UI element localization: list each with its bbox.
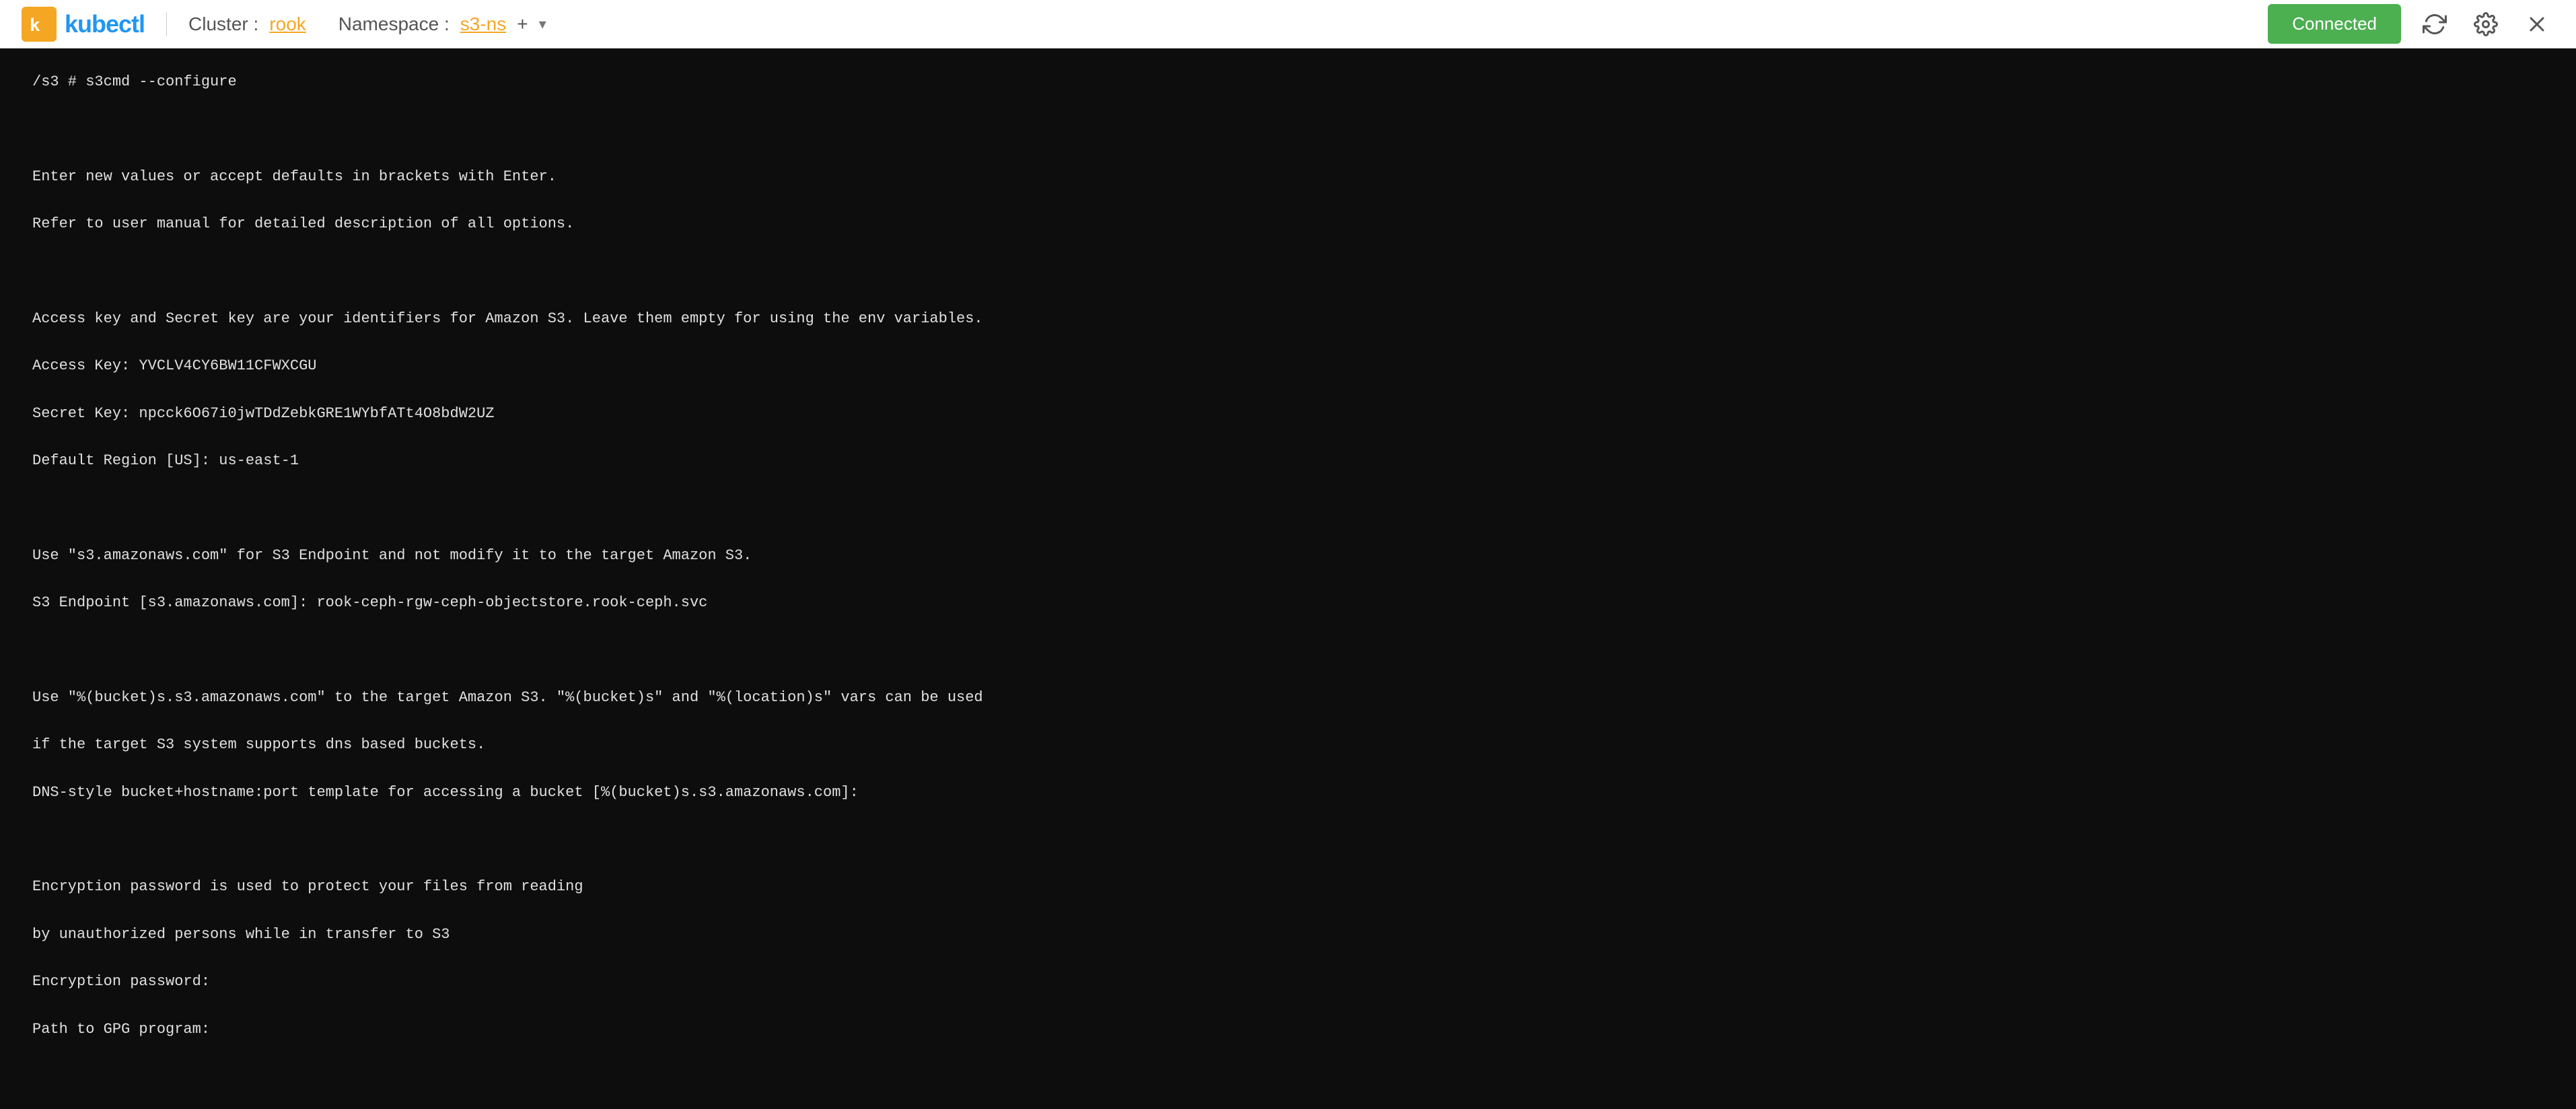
terminal-line <box>32 496 2544 520</box>
terminal-line: Refer to user manual for detailed descri… <box>32 212 2544 236</box>
terminal-line <box>32 117 2544 141</box>
terminal-line: /s3 # s3cmd --configure <box>32 70 2544 94</box>
refresh-button[interactable] <box>2417 7 2452 42</box>
app-logo: k <box>22 7 57 42</box>
terminal-line: S3 Endpoint [s3.amazonaws.com]: rook-cep… <box>32 591 2544 614</box>
terminal-line: Access Key: YVCLV4CY6BW11CFWXCGU <box>32 354 2544 378</box>
app-name: kubectl <box>65 10 145 38</box>
connected-button[interactable]: Connected <box>2268 4 2401 44</box>
gear-icon <box>2474 12 2498 36</box>
cluster-area: Cluster : rook Namespace : s3-ns + ▾ <box>188 13 546 35</box>
chevron-down-icon[interactable]: ▾ <box>539 15 546 33</box>
terminal-line: Encryption password is used to protect y… <box>32 875 2544 898</box>
terminal-line: DNS-style bucket+hostname:port template … <box>32 781 2544 804</box>
terminal-line: Enter new values or accept defaults in b… <box>32 165 2544 188</box>
terminal-line: Default Region [US]: us-east-1 <box>32 449 2544 472</box>
nav-separator <box>166 12 167 36</box>
terminal-line: if the target S3 system supports dns bas… <box>32 733 2544 756</box>
terminal-line <box>32 828 2544 851</box>
close-icon <box>2525 12 2549 36</box>
terminal-line: Access key and Secret key are your ident… <box>32 307 2544 330</box>
namespace-label: Namespace : <box>338 13 450 35</box>
terminal-line: by unauthorized persons while in transfe… <box>32 923 2544 946</box>
terminal-line <box>32 1065 2544 1088</box>
namespace-value[interactable]: s3-ns <box>460 13 506 35</box>
cluster-value[interactable]: rook <box>269 13 306 35</box>
terminal-line: Secret Key: npcck6O67i0jwTDdZebkGRE1WYbf… <box>32 402 2544 425</box>
header: k kubectl Cluster : rook Namespace : s3-… <box>0 0 2576 48</box>
terminal-line: Use "%(bucket)s.s3.amazonaws.com" to the… <box>32 686 2544 709</box>
cluster-label: Cluster : <box>188 13 258 35</box>
close-button[interactable] <box>2519 7 2554 42</box>
terminal-line: Path to GPG program: <box>32 1017 2544 1041</box>
terminal-line: Use "s3.amazonaws.com" for S3 Endpoint a… <box>32 544 2544 567</box>
terminal-line: Encryption password: <box>32 970 2544 993</box>
refresh-icon <box>2423 12 2447 36</box>
settings-button[interactable] <box>2468 7 2503 42</box>
logo-area: k kubectl <box>22 7 145 42</box>
svg-text:k: k <box>30 15 40 36</box>
terminal-line <box>32 639 2544 662</box>
namespace-plus[interactable]: + <box>517 13 528 35</box>
header-actions: Connected <box>2268 4 2554 44</box>
terminal[interactable]: /s3 # s3cmd --configure Enter new values… <box>0 48 2576 1109</box>
terminal-line <box>32 260 2544 283</box>
